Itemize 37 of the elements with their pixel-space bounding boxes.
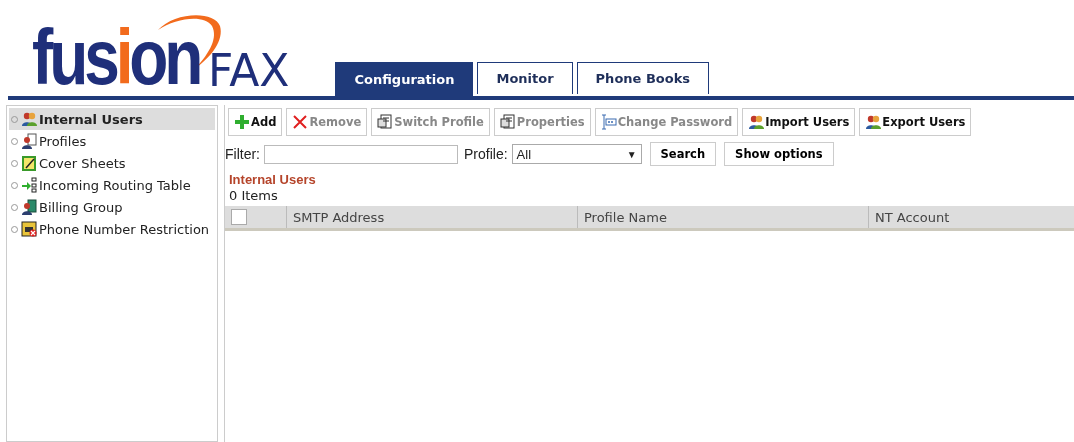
person-document-icon (21, 133, 37, 149)
product-name: FAX (207, 49, 290, 93)
column-header[interactable]: SMTP Address (287, 206, 578, 228)
sidebar-item[interactable]: Internal Users (9, 108, 215, 130)
fusion-logo: fusion (32, 6, 206, 96)
sidebar-item[interactable]: Incoming Routing Table (9, 174, 215, 196)
text-cursor-icon (600, 114, 617, 130)
toolbar-button[interactable]: Import Users (742, 108, 856, 136)
sidebar-item[interactable]: Profiles (9, 130, 215, 152)
filter-label: Filter: (225, 146, 260, 162)
show-options-button[interactable]: Show options (724, 142, 834, 166)
person-list-icon (21, 199, 37, 215)
profile-label: Profile: (464, 146, 508, 162)
toolbar-button[interactable]: Add (228, 108, 283, 136)
arrow-tree-icon (21, 177, 37, 193)
plus-icon (234, 114, 250, 130)
filter-field[interactable] (264, 144, 458, 164)
close-icon (292, 114, 309, 130)
tab[interactable]: Phone Books (576, 62, 710, 94)
sidebar-item[interactable]: Billing Group (9, 196, 215, 218)
people-icon (748, 114, 765, 130)
tab[interactable]: Monitor (477, 62, 573, 94)
toolbar-button[interactable]: Export Users (859, 108, 972, 136)
column-header[interactable]: Profile Name (578, 206, 869, 228)
people-icon (21, 111, 37, 127)
select-all-checkbox[interactable] (231, 209, 247, 225)
blocked-phone-icon (21, 221, 37, 237)
item-count: 0 Items (229, 188, 279, 203)
folder-pencil-icon (21, 155, 37, 171)
tab[interactable]: Configuration (335, 62, 474, 96)
sidebar-item[interactable]: Cover Sheets (9, 152, 215, 174)
sidebar-item[interactable]: Phone Number Restriction (9, 218, 215, 240)
profile-dropdown[interactable]: All ▼ (511, 144, 642, 164)
column-header[interactable]: NT Account (869, 206, 1074, 228)
search-button[interactable]: Search (649, 142, 717, 166)
list-title: Internal Users (229, 172, 317, 187)
people-icon (865, 114, 882, 130)
